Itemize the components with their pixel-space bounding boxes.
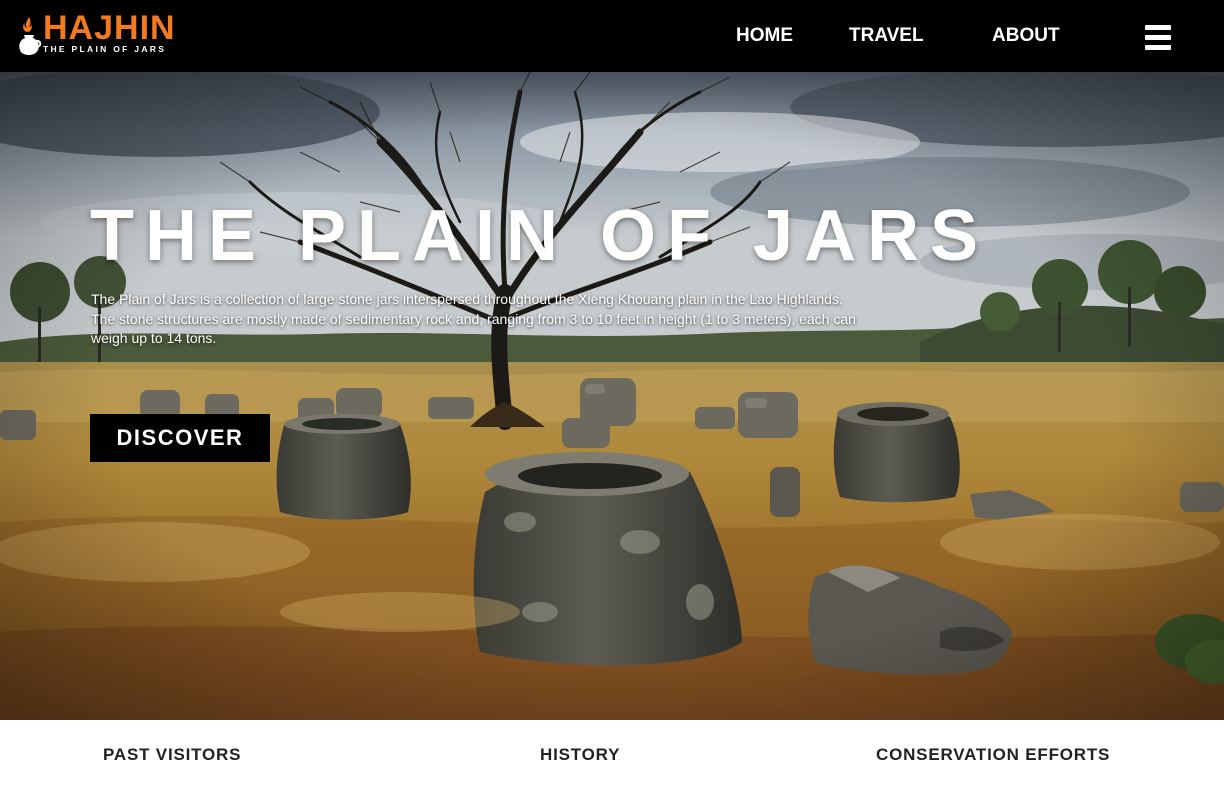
section-navigation: PAST VISITORS HISTORY CONSERVATION EFFOR… [0,720,1224,792]
jar-flame-icon [19,17,42,55]
past-visitors-link[interactable]: PAST VISITORS [103,745,241,765]
brand-name: HAJHIN [43,9,176,47]
hero-title: THE PLAIN OF JARS [90,196,990,276]
top-navigation-bar: HAJHIN THE PLAIN OF JARS HOME TRAVEL ABO… [0,0,1224,72]
hero-description-line: weigh up to 14 tons. [91,330,217,346]
menu-bar [1145,35,1171,40]
discover-button[interactable]: DISCOVER [90,414,270,462]
menu-bar [1145,45,1171,50]
hero-section: THE PLAIN OF JARS The Plain of Jars is a… [0,72,1224,720]
brand-tagline: THE PLAIN OF JARS [43,44,167,54]
page: HAJHIN THE PLAIN OF JARS HOME TRAVEL ABO… [0,0,1224,792]
hero-description-line: The stone structures are mostly made of … [91,310,856,327]
history-link[interactable]: HISTORY [540,745,620,765]
hero-background-image [0,72,1224,720]
menu-bar [1145,25,1171,30]
hamburger-menu-icon[interactable] [1145,24,1171,52]
nav-home-link[interactable]: HOME [736,25,793,47]
site-logo[interactable]: HAJHIN THE PLAIN OF JARS [16,9,196,58]
hero-description-line: The Plain of Jars is a collection of lar… [91,291,843,307]
conservation-efforts-link[interactable]: CONSERVATION EFFORTS [876,745,1110,765]
nav-about-link[interactable]: ABOUT [992,25,1060,47]
nav-travel-link[interactable]: TRAVEL [849,25,924,47]
hero-description: The Plain of Jars is a collection of lar… [91,290,1051,349]
